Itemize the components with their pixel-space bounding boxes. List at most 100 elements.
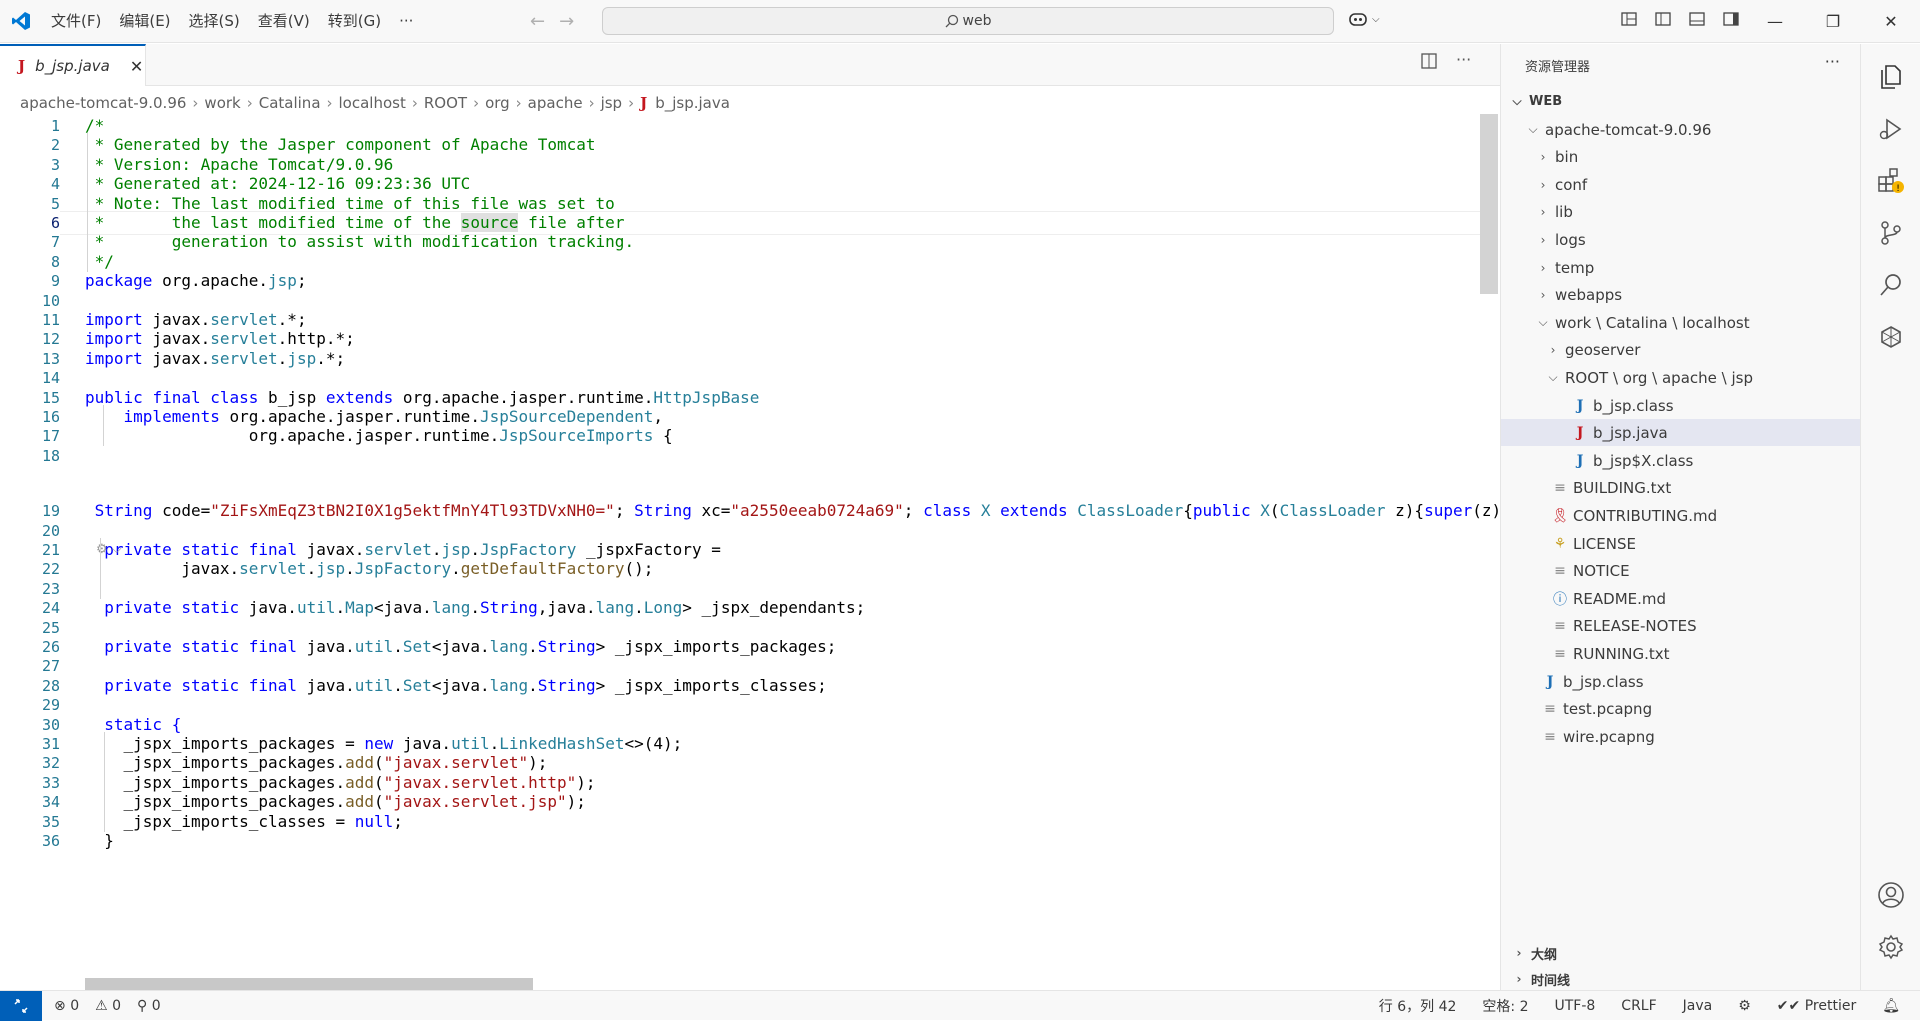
explorer-item[interactable]: Jb_jsp$X.class bbox=[1501, 447, 1861, 474]
explorer-item[interactable]: › logs bbox=[1501, 226, 1861, 253]
code-line[interactable]: * generation to assist with modification… bbox=[85, 230, 634, 254]
explorer-item[interactable]: ⌵ ROOT \ org \ apache \ jsp bbox=[1501, 364, 1861, 391]
explorer-item[interactable]: Jb_jsp.class bbox=[1501, 668, 1861, 695]
explorer-item[interactable]: › bin bbox=[1501, 143, 1861, 170]
explorer-item[interactable]: ⌵ work \ Catalina \ localhost bbox=[1501, 309, 1861, 336]
code-line[interactable]: private static final java.util.Set<java.… bbox=[85, 674, 827, 698]
explorer-item[interactable]: ⓘ README.md bbox=[1501, 585, 1861, 612]
indentation[interactable]: 空格: 2 bbox=[1482, 996, 1528, 1016]
explorer-item-label: CONTRIBUTING.md bbox=[1573, 506, 1718, 525]
toggle-primary-sidebar-icon[interactable] bbox=[1654, 10, 1672, 28]
ports-count[interactable]: ⚲ 0 bbox=[137, 998, 161, 1014]
close-icon[interactable]: ✕ bbox=[130, 57, 143, 76]
explorer-item[interactable]: 🎗︎ CONTRIBUTING.md bbox=[1501, 502, 1861, 529]
close-window-icon[interactable]: ✕ bbox=[1862, 0, 1920, 43]
forward-arrow-icon[interactable]: → bbox=[559, 11, 574, 32]
menu-edit[interactable]: 编辑(E) bbox=[110, 0, 179, 43]
explorer-files-icon[interactable] bbox=[1861, 52, 1920, 102]
prettier-status[interactable]: ✔✔ Prettier bbox=[1777, 998, 1856, 1014]
explorer-item[interactable]: › lib bbox=[1501, 198, 1861, 225]
explorer-item-label: RUNNING.txt bbox=[1573, 644, 1670, 663]
command-center-text: web bbox=[962, 13, 992, 29]
breadcrumb-item[interactable]: ROOT bbox=[424, 94, 467, 112]
customize-layout-icon[interactable] bbox=[1620, 10, 1638, 28]
explorer-item[interactable]: ≡ BUILDING.txt bbox=[1501, 474, 1861, 501]
problems-indicator[interactable]: ⊗ 0 ⚠ 0 ⚲ 0 bbox=[54, 998, 161, 1014]
explorer-item[interactable]: ⌵ apache-tomcat-9.0.96 bbox=[1501, 116, 1861, 143]
code-line[interactable]: String code="ZiFsXmEqZ3tBN2I0X1g5ektfMnY… bbox=[85, 499, 1500, 523]
menu-view[interactable]: 查看(V) bbox=[249, 0, 319, 43]
copilot-button[interactable]: ⌵ bbox=[1348, 10, 1380, 28]
minimize-icon[interactable]: — bbox=[1746, 0, 1804, 43]
explorer-item[interactable]: ⚘ LICENSE bbox=[1501, 530, 1861, 557]
explorer-item[interactable]: Jb_jsp.java bbox=[1501, 419, 1861, 446]
vertical-scrollbar[interactable] bbox=[1480, 114, 1498, 294]
tab-b-jsp-java[interactable]: J b_jsp.java ✕ bbox=[0, 44, 146, 86]
menu-file[interactable]: 文件(F) bbox=[42, 0, 110, 43]
back-arrow-icon[interactable]: ← bbox=[530, 11, 545, 32]
code-line[interactable]: org.apache.jasper.runtime.JspSourceImpor… bbox=[85, 424, 673, 448]
toggle-panel-icon[interactable] bbox=[1688, 10, 1706, 28]
more-actions-icon[interactable]: ··· bbox=[1456, 52, 1471, 70]
explorer-item[interactable]: ≡ RELEASE-NOTES bbox=[1501, 612, 1861, 639]
menu-selection[interactable]: 选择(S) bbox=[180, 0, 249, 43]
code-line[interactable]: javax.servlet.jsp.JspFactory.getDefaultF… bbox=[85, 557, 653, 581]
copilot-status-icon[interactable]: ⚙ bbox=[1738, 998, 1751, 1014]
explorer-sidebar: 资源管理器 ··· ⌵ WEB ⌵ apache-tomcat-9.0.96 › bi… bbox=[1500, 44, 1861, 992]
code-editor[interactable]: 1 2 3 4 5 6 7 8 9 10 11 12 13 14 15 16 17 18 19 20 21 22 23 24 2… bbox=[0, 114, 1500, 990]
menu-go[interactable]: 转到(G) bbox=[319, 0, 390, 43]
search-icon[interactable] bbox=[1861, 260, 1920, 310]
horizontal-scrollbar[interactable] bbox=[85, 978, 533, 990]
source-control-icon[interactable] bbox=[1861, 208, 1920, 258]
breadcrumb-item[interactable]: work bbox=[204, 94, 240, 112]
gear-icon[interactable] bbox=[1861, 922, 1920, 972]
command-center-search[interactable]: web bbox=[602, 7, 1334, 35]
code-line[interactable]: private static final java.util.Set<java.… bbox=[85, 635, 836, 659]
breadcrumb-item[interactable]: apache bbox=[528, 94, 583, 112]
breadcrumb-item[interactable]: Catalina bbox=[259, 94, 321, 112]
encoding[interactable]: UTF-8 bbox=[1554, 998, 1595, 1014]
explorer-item[interactable]: ≡ test.pcapng bbox=[1501, 695, 1861, 722]
explorer-item[interactable]: ≡ wire.pcapng bbox=[1501, 723, 1861, 750]
workspace-root[interactable]: ⌵ WEB bbox=[1501, 88, 1861, 115]
timeline-section[interactable]: › 时间线 bbox=[1501, 966, 1861, 992]
explorer-item[interactable]: ≡ NOTICE bbox=[1501, 557, 1861, 584]
cursor-position[interactable]: 行 6，列 42 bbox=[1379, 996, 1457, 1016]
explorer-item[interactable]: ≡ RUNNING.txt bbox=[1501, 640, 1861, 667]
remote-explorer-icon[interactable] bbox=[1861, 312, 1920, 362]
explorer-item[interactable]: › temp bbox=[1501, 254, 1861, 281]
code-line[interactable]: _jspx_imports_classes = null; bbox=[85, 810, 403, 834]
account-icon[interactable] bbox=[1861, 870, 1920, 920]
breadcrumb-file[interactable]: b_jsp.java bbox=[655, 94, 730, 112]
remote-indicator-icon[interactable] bbox=[0, 990, 42, 1021]
breadcrumb-item[interactable]: apache-tomcat-9.0.96 bbox=[20, 94, 186, 112]
explorer-item[interactable]: › webapps bbox=[1501, 281, 1861, 308]
language-mode[interactable]: Java bbox=[1683, 998, 1713, 1014]
toggle-secondary-sidebar-icon[interactable] bbox=[1722, 10, 1740, 28]
explorer-item[interactable]: › conf bbox=[1501, 171, 1861, 198]
explorer-item-label: test.pcapng bbox=[1563, 699, 1653, 718]
code-line[interactable]: import javax.servlet.jsp.*; bbox=[85, 347, 345, 371]
breadcrumb-item[interactable]: localhost bbox=[339, 94, 406, 112]
double-check-icon: ✔✔ bbox=[1776, 997, 1801, 1014]
timeline-label: 时间线 bbox=[1531, 973, 1571, 989]
split-editor-icon[interactable] bbox=[1420, 52, 1438, 70]
java-class-icon: J bbox=[1576, 397, 1584, 414]
chevron-right-icon: › bbox=[1540, 260, 1546, 275]
code-line[interactable]: private static java.util.Map<java.lang.S… bbox=[85, 596, 865, 620]
more-actions-icon[interactable]: ··· bbox=[1825, 52, 1840, 71]
breadcrumb-item[interactable]: jsp bbox=[601, 94, 623, 112]
menu-more[interactable]: ··· bbox=[390, 0, 422, 43]
notifications-bell-icon[interactable]: 🔔︎ bbox=[1882, 998, 1900, 1014]
code-line[interactable]: } bbox=[85, 829, 114, 853]
code-line[interactable]: package org.apache.jsp; bbox=[85, 269, 307, 293]
explorer-item[interactable]: Jb_jsp.class bbox=[1501, 392, 1861, 419]
outline-section[interactable]: › 大纲 bbox=[1501, 940, 1861, 966]
run-debug-icon[interactable] bbox=[1861, 104, 1920, 154]
explorer-item[interactable]: › geoserver bbox=[1501, 336, 1861, 363]
restore-icon[interactable]: ❐ bbox=[1804, 0, 1862, 43]
breadcrumb-item[interactable]: org bbox=[485, 94, 510, 112]
extensions-icon[interactable]: ! bbox=[1861, 156, 1920, 206]
end-of-line[interactable]: CRLF bbox=[1621, 998, 1656, 1014]
warnings-count: ⚠ 0 bbox=[95, 998, 121, 1014]
